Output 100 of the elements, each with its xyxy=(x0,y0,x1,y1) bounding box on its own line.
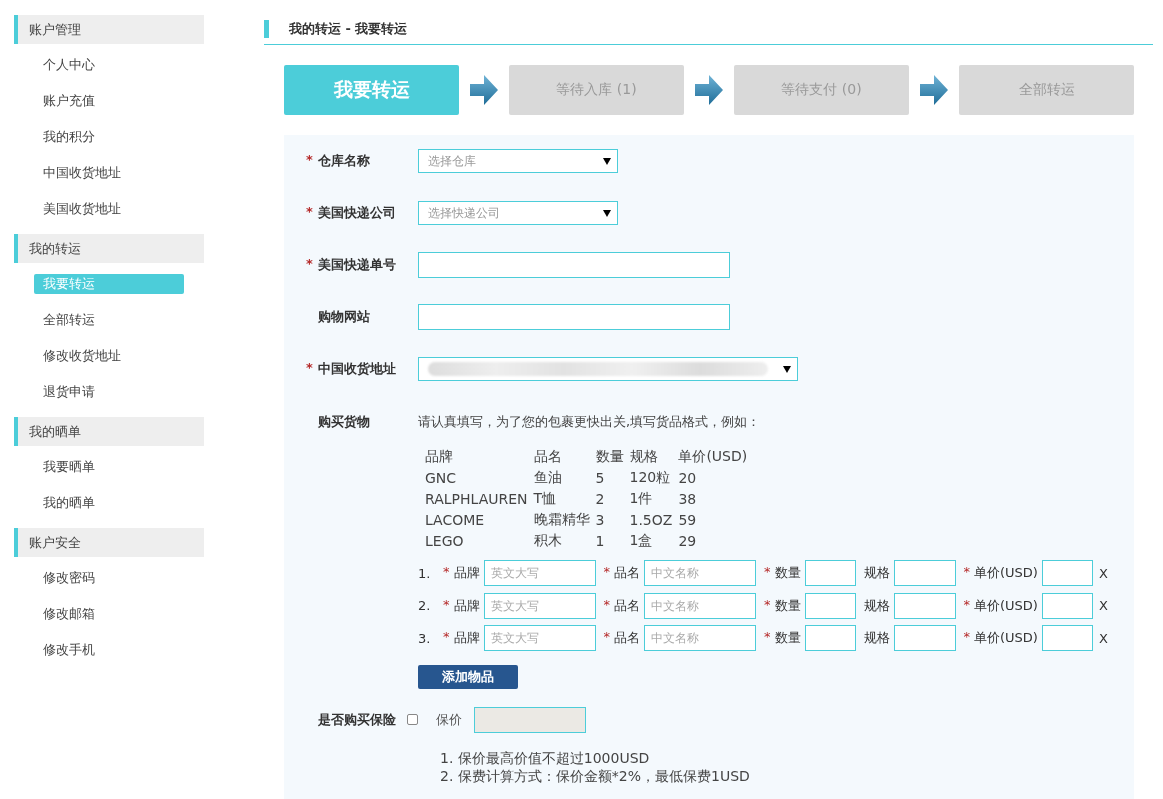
arrow-icon xyxy=(470,75,498,105)
sidebar-item[interactable]: 全部转运 xyxy=(34,310,184,330)
table-cell-text: 积木 xyxy=(533,530,563,550)
table-cell-text: 2 xyxy=(595,489,606,509)
field-label: 品名 xyxy=(614,564,640,583)
input-field[interactable] xyxy=(893,625,956,652)
sidebar-section-header: 账户管理 xyxy=(14,15,204,44)
table-cell: 晚霜精华 xyxy=(533,509,596,530)
sidebar-section-header: 账户安全 xyxy=(14,528,204,557)
table-cell: T恤 xyxy=(533,488,596,509)
field-label: 规格 xyxy=(863,564,890,583)
input-field[interactable]: 中文名称 xyxy=(644,560,756,587)
input-field[interactable]: 英文大写 xyxy=(483,592,596,619)
table-cell-text: 29 xyxy=(678,531,698,551)
remove-button[interactable]: X xyxy=(1098,598,1108,614)
table-cell-text: 1件 xyxy=(629,488,654,508)
sidebar-item[interactable]: 美国收货地址 xyxy=(34,199,184,219)
field-label: 数量 xyxy=(774,564,801,583)
required-mark: * xyxy=(306,256,314,273)
input-field[interactable]: 中文名称 xyxy=(644,592,756,619)
address-dropdown[interactable] xyxy=(418,357,798,381)
input-field[interactable] xyxy=(804,625,856,652)
sidebar-item[interactable]: 修改手机 xyxy=(34,640,184,660)
table-cell-text: 59 xyxy=(678,510,698,530)
field-label: 数量 xyxy=(774,596,801,615)
sidebar-item[interactable]: 中国收货地址 xyxy=(34,163,184,183)
required-mark: * xyxy=(306,152,314,169)
required-mark: * xyxy=(443,564,450,582)
required-mark: * xyxy=(764,564,771,582)
required-mark: * xyxy=(306,360,314,377)
field-label: 中国收货地址 xyxy=(318,360,396,378)
required-mark: * xyxy=(443,596,450,614)
input-field[interactable] xyxy=(1041,625,1093,652)
sidebar-item[interactable]: 我的晒单 xyxy=(34,493,184,513)
field-label: 保价 xyxy=(436,710,462,729)
sidebar-item[interactable]: 个人中心 xyxy=(34,55,184,75)
input-field[interactable] xyxy=(1041,560,1093,587)
row-number: 2. xyxy=(418,598,432,614)
remove-button[interactable]: X xyxy=(1098,630,1108,646)
input-field[interactable]: 中文名称 xyxy=(644,625,756,652)
arrow-icon xyxy=(920,75,948,105)
table-cell-text: 1.5OZ xyxy=(629,510,674,530)
field-label: 品名 xyxy=(614,596,640,615)
sidebar-item[interactable]: 退货申请 xyxy=(34,382,184,402)
table-cell: 鱼油 xyxy=(533,467,596,488)
sidebar-section-header: 我的晒单 xyxy=(14,417,204,446)
field-label: 美国快递单号 xyxy=(318,256,396,274)
note-text: 2. 保费计算方式：保价金额*2%，最低保费1USD xyxy=(440,766,751,785)
table-cell: LACOME xyxy=(425,509,534,530)
table-cell-text: 3 xyxy=(595,510,606,530)
table-cell-text: 1盒 xyxy=(629,530,654,550)
required-mark: * xyxy=(963,629,970,647)
field-label: 仓库名称 xyxy=(318,152,370,170)
required-mark: * xyxy=(963,596,970,614)
sidebar-section-header: 我的转运 xyxy=(14,234,204,263)
sidebar-item[interactable]: 修改收货地址 xyxy=(34,346,184,366)
input-field[interactable] xyxy=(418,252,730,278)
sidebar-item[interactable]: 修改邮箱 xyxy=(34,604,184,624)
field-label: 单价(USD) xyxy=(974,629,1038,648)
add-item-button[interactable]: 添加物品 xyxy=(418,664,518,689)
column-header: 品名 xyxy=(533,446,596,467)
field-label: 品牌 xyxy=(453,629,480,648)
required-mark: * xyxy=(443,629,450,647)
column-header: 规格 xyxy=(629,446,679,467)
sidebar-item[interactable]: 我的积分 xyxy=(34,127,184,147)
input-field[interactable] xyxy=(418,304,730,330)
accent-bar xyxy=(264,20,269,38)
sidebar-item[interactable]: 修改密码 xyxy=(34,568,184,588)
input-field[interactable] xyxy=(1041,592,1093,619)
table-cell: LEGO xyxy=(425,530,534,551)
sidebar-item[interactable]: 我要晒单 xyxy=(34,457,184,477)
field-label: 是否购买保险 xyxy=(318,710,396,729)
field-label: 品名 xyxy=(614,629,640,648)
field-label: 品牌 xyxy=(453,596,480,615)
input-field[interactable] xyxy=(893,592,956,619)
breadcrumb: 我的转运 - 我要转运 xyxy=(289,20,408,38)
sidebar-item[interactable]: 账户充值 xyxy=(34,91,184,111)
column-header: 数量 xyxy=(595,446,630,467)
input-field[interactable]: 英文大写 xyxy=(483,560,596,587)
column-header: 品牌 xyxy=(425,446,534,467)
required-mark: * xyxy=(963,564,970,582)
remove-button[interactable]: X xyxy=(1098,565,1108,581)
field-label: 美国快递公司 xyxy=(318,204,396,222)
arrow-icon xyxy=(695,75,723,105)
table-cell: RALPHLAUREN xyxy=(425,488,534,509)
table-cell-text: 1 xyxy=(595,531,606,551)
input-field[interactable] xyxy=(804,560,856,587)
field-label: 购买货物 xyxy=(318,413,370,431)
field-label: 规格 xyxy=(863,596,890,615)
input-field[interactable] xyxy=(804,592,856,619)
input-field[interactable] xyxy=(893,560,956,587)
field-label: 数量 xyxy=(774,629,801,648)
hint-text: 请认真填写，为了您的包裹更快出关,填写货品格式，例如： xyxy=(418,413,762,431)
field-label: 单价(USD) xyxy=(974,564,1038,583)
table-cell-text: 38 xyxy=(678,489,698,509)
input-field[interactable]: 英文大写 xyxy=(483,625,596,652)
field-label: 单价(USD) xyxy=(974,596,1038,615)
field-label: 品牌 xyxy=(453,564,480,583)
table-cell-text: 5 xyxy=(595,468,606,488)
required-mark: * xyxy=(603,564,610,582)
